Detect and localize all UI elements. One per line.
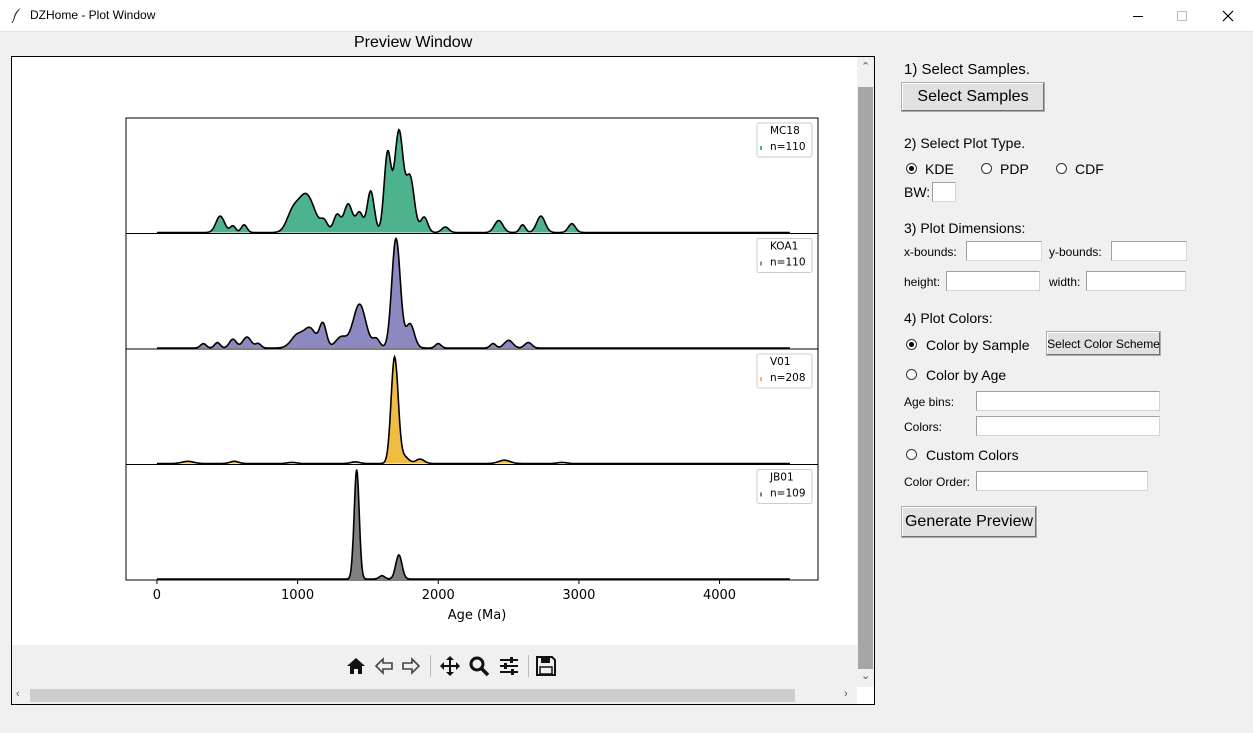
generate-preview-button[interactable]: Generate Preview [901,506,1037,538]
vertical-scroll-thumb[interactable] [858,87,873,669]
maximize-button[interactable] [1159,0,1205,31]
step3-label: 3) Plot Dimensions: [904,220,1026,236]
step4-label: 4) Plot Colors: [904,310,993,326]
vertical-scrollbar[interactable]: ⌃ ⌄ [857,57,874,687]
kde-line-v01 [156,354,790,465]
configure-icon[interactable] [498,655,520,677]
kde-line-koa1 [156,236,790,349]
colors-label: Colors: [904,420,943,434]
home-icon[interactable] [345,655,367,677]
legend-count: n=110 [770,257,806,269]
kde-radio[interactable] [906,163,917,174]
feather-icon [11,8,21,23]
ybounds-input[interactable] [1111,241,1187,261]
color-order-label: Color Order: [904,475,971,489]
close-button[interactable] [1205,0,1251,31]
cdf-radio[interactable] [1056,163,1067,174]
kde-area-jb01 [156,469,790,579]
height-input[interactable] [946,271,1040,291]
toolbar-separator [430,655,431,677]
kde-area-v01 [156,356,790,464]
legend-name: V01 [770,356,791,368]
preview-canvas[interactable]: MC18 n=110 KOA1 n=110 V01 n=208 JB01 n=109 0 1000… [11,56,875,705]
colors-input[interactable] [976,416,1160,436]
ybounds-label: y-bounds: [1049,245,1102,259]
legend-name: KOA1 [770,241,798,253]
control-panel: 1) Select Samples. Select Samples 2) Sel… [880,56,1250,706]
minimize-icon [1133,15,1143,17]
x-axis-label: Age (Ma) [448,608,507,623]
color-by-sample-label: Color by Sample [926,337,1030,353]
age-bins-label: Age bins: [904,395,955,409]
save-icon[interactable] [535,655,557,677]
color-by-age-radio[interactable] [906,369,917,380]
kde-plot: MC18 n=110 KOA1 n=110 V01 n=208 JB01 n=109 0 1000… [125,117,819,623]
width-label: width: [1049,275,1081,289]
kde-area-mc18 [156,129,790,233]
title-bar: DZHome - Plot Window [0,0,1253,32]
kde-area-koa1 [156,238,790,348]
kde-label: KDE [925,161,954,177]
forward-icon[interactable] [400,655,422,677]
back-icon[interactable] [373,655,395,677]
zoom-icon[interactable] [468,655,490,677]
legend-count: n=208 [770,372,806,384]
plot-toolbar [12,645,857,687]
x-tick-label: 3000 [562,588,595,603]
height-label: height: [904,275,941,289]
x-tick-label: 2000 [422,588,455,603]
custom-colors-radio[interactable] [906,449,917,460]
x-tick-label: 1000 [281,588,314,603]
horizontal-scrollbar[interactable]: ‹ › [12,687,857,704]
select-color-scheme-button[interactable]: Select Color Scheme [1046,331,1161,356]
xbounds-input[interactable] [966,241,1042,261]
bw-label: BW: [904,184,931,200]
scroll-left-icon[interactable]: ‹ [16,688,20,700]
x-tick-label: 0 [153,588,161,603]
legend-count: n=110 [770,141,806,153]
pdp-radio[interactable] [981,163,992,174]
color-order-input[interactable] [976,471,1148,491]
select-samples-button[interactable]: Select Samples [901,82,1045,112]
legend-count: n=109 [770,488,806,500]
color-by-sample-radio[interactable] [906,339,917,350]
cdf-label: CDF [1075,161,1104,177]
age-bins-input[interactable] [976,391,1160,411]
pdp-label: PDP [1000,161,1029,177]
scroll-down-icon[interactable]: ⌄ [861,669,870,682]
kde-line-jb01 [156,469,790,580]
scroll-up-icon[interactable]: ⌃ [861,60,870,73]
xbounds-label: x-bounds: [904,245,957,259]
preview-window-label: Preview Window [354,34,473,51]
window-title: DZHome - Plot Window [30,8,156,22]
toolbar-separator [528,655,529,677]
minimize-button[interactable] [1115,0,1161,31]
close-icon [1222,10,1234,21]
scroll-right-icon[interactable]: › [844,688,848,700]
horizontal-scroll-thumb[interactable] [30,689,795,702]
pan-icon[interactable] [439,655,461,677]
legend-name: MC18 [770,125,800,137]
color-by-age-label: Color by Age [926,367,1007,383]
custom-colors-label: Custom Colors [926,447,1019,463]
step1-label: 1) Select Samples. [904,61,1030,78]
legend-name: JB01 [769,472,794,484]
maximize-icon [1177,10,1187,21]
kde-line-mc18 [156,128,790,234]
bw-input[interactable] [932,182,956,202]
step2-label: 2) Select Plot Type. [904,135,1026,151]
x-tick-label: 4000 [703,588,736,603]
width-input[interactable] [1086,271,1186,291]
